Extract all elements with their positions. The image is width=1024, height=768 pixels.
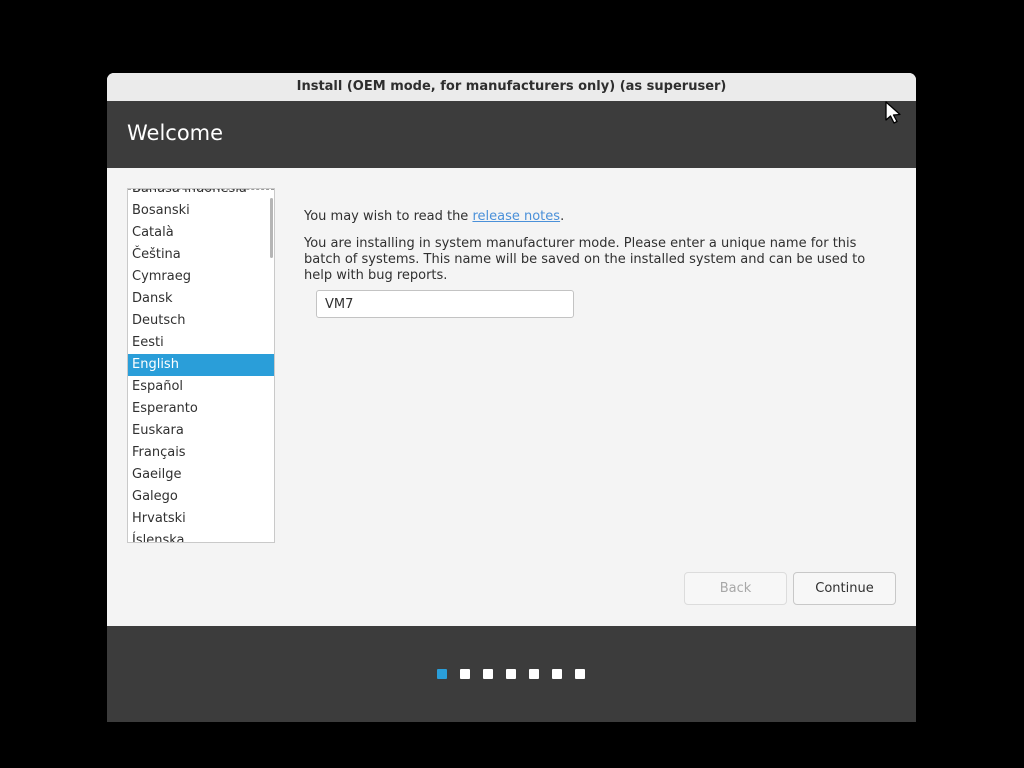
- step-dot: [529, 669, 539, 679]
- language-item[interactable]: Íslenska: [128, 530, 274, 542]
- continue-button[interactable]: Continue: [793, 572, 896, 605]
- step-dot: [437, 669, 447, 679]
- window-titlebar[interactable]: Install (OEM mode, for manufacturers onl…: [107, 73, 916, 102]
- page-title: Welcome: [127, 121, 224, 145]
- language-item[interactable]: Esperanto: [128, 398, 274, 420]
- step-dot: [575, 669, 585, 679]
- language-item[interactable]: Bosanski: [128, 200, 274, 222]
- language-item[interactable]: Cymraeg: [128, 266, 274, 288]
- language-item[interactable]: Français: [128, 442, 274, 464]
- language-item[interactable]: English: [128, 354, 274, 376]
- language-list-scrollbar[interactable]: [270, 198, 273, 258]
- language-item[interactable]: Deutsch: [128, 310, 274, 332]
- language-list[interactable]: Bahasa Indonesia Bosanski Català Čeština Cym…: [127, 188, 275, 543]
- step-dot: [506, 669, 516, 679]
- language-item[interactable]: Español: [128, 376, 274, 398]
- language-item[interactable]: Galego: [128, 486, 274, 508]
- release-notes-line: You may wish to read the release notes.: [304, 209, 564, 224]
- step-dot: [483, 669, 493, 679]
- step-dot: [460, 669, 470, 679]
- back-button[interactable]: Back: [684, 572, 787, 605]
- language-item[interactable]: Català: [128, 222, 274, 244]
- language-item[interactable]: Hrvatski: [128, 508, 274, 530]
- release-notes-suffix: .: [560, 209, 565, 224]
- language-item[interactable]: Bahasa Indonesia: [128, 189, 274, 200]
- mouse-pointer-icon: [885, 101, 901, 124]
- window-title: Install (OEM mode, for manufacturers onl…: [296, 79, 727, 94]
- step-dot: [552, 669, 562, 679]
- installer-window: Install (OEM mode, for manufacturers onl…: [107, 73, 916, 722]
- batch-name-field[interactable]: [316, 290, 574, 318]
- release-notes-link[interactable]: release notes: [472, 209, 560, 224]
- progress-footer: [107, 626, 916, 722]
- language-item[interactable]: Eesti: [128, 332, 274, 354]
- language-item[interactable]: Euskara: [128, 420, 274, 442]
- main-content: Bahasa Indonesia Bosanski Català Čeština Cym…: [107, 168, 916, 626]
- page-header: Welcome: [107, 101, 916, 168]
- language-item[interactable]: Dansk: [128, 288, 274, 310]
- language-item[interactable]: Gaeilge: [128, 464, 274, 486]
- language-item[interactable]: Čeština: [128, 244, 274, 266]
- release-notes-prefix: You may wish to read the: [304, 209, 473, 224]
- oem-mode-description: You are installing in system manufacture…: [304, 236, 866, 283]
